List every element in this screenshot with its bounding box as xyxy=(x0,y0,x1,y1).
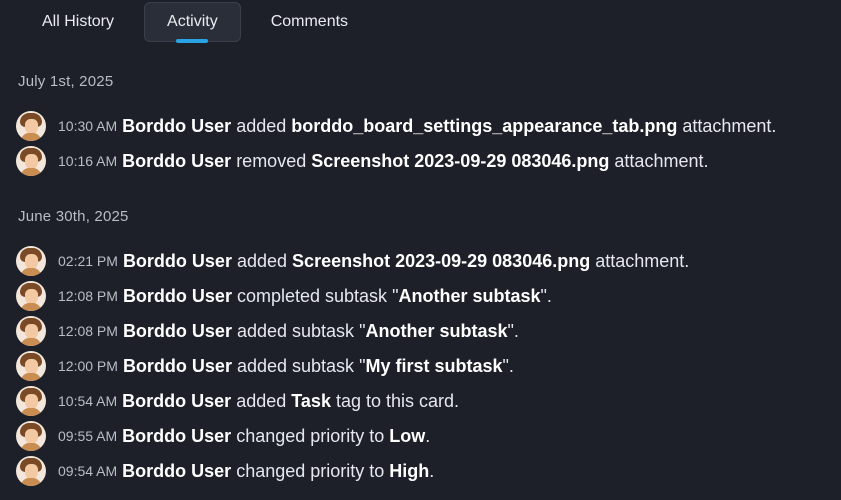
activity-entry: 09:54 AM Borddo User changed priority to… xyxy=(16,455,434,487)
entry-user: Borddo User xyxy=(122,115,232,136)
avatar xyxy=(16,146,46,176)
entry-text: Borddo User changed priority to High. xyxy=(122,460,435,481)
entry-suffix: attachment. xyxy=(614,150,709,171)
entry-time: 10:54 AM xyxy=(58,393,118,409)
entry-user: Borddo User xyxy=(122,355,232,376)
avatar xyxy=(16,351,46,381)
activity-entry: 12:00 PM Borddo User added subtask "My f… xyxy=(16,350,514,382)
entry-time: 10:30 AM xyxy=(58,118,118,134)
avatar xyxy=(16,386,46,416)
entry-text: Borddo User added Screenshot 2023-09-29 … xyxy=(123,251,689,272)
entry-text: Borddo User added borddo_board_settings_… xyxy=(122,116,776,137)
entry-object: High xyxy=(389,460,430,481)
avatar xyxy=(16,421,46,451)
entry-object: Low xyxy=(389,425,426,446)
group-date-heading: June 30th, 2025 xyxy=(18,208,129,225)
entry-time: 09:55 AM xyxy=(58,428,118,444)
group-date-heading: July 1st, 2025 xyxy=(18,73,114,90)
entry-text: Borddo User removed Screenshot 2023-09-2… xyxy=(122,151,708,172)
entry-object: Screenshot 2023-09-29 083046.png xyxy=(311,150,610,171)
entry-user: Borddo User xyxy=(122,150,232,171)
avatar xyxy=(16,316,46,346)
entry-user: Borddo User xyxy=(122,250,232,271)
entry-object: Another subtask xyxy=(398,285,541,306)
entry-time: 10:16 AM xyxy=(58,153,118,169)
history-tabs: All History Activity Comments xyxy=(20,2,370,43)
activity-entry: 02:21 PM Borddo User added Screenshot 20… xyxy=(16,245,689,277)
entry-user: Borddo User xyxy=(122,320,232,341)
entry-action: changed priority to xyxy=(236,460,385,481)
entry-time: 12:08 PM xyxy=(58,323,118,339)
entry-user: Borddo User xyxy=(122,390,232,411)
entry-text: Borddo User added subtask "Another subta… xyxy=(122,320,519,341)
active-tab-indicator xyxy=(176,39,209,43)
entry-object: borddo_board_settings_appearance_tab.png xyxy=(291,115,678,136)
activity-entry: 12:08 PM Borddo User added subtask "Anot… xyxy=(16,315,519,347)
entry-action: added subtask xyxy=(236,355,355,376)
entry-suffix: attachment. xyxy=(595,250,690,271)
tab-label: Comments xyxy=(270,13,349,30)
entry-time: 12:08 PM xyxy=(58,288,118,304)
activity-entry: 10:54 AM Borddo User added Task tag to t… xyxy=(16,385,459,417)
entry-suffix: attachment. xyxy=(682,115,777,136)
activity-entry: 10:16 AM Borddo User removed Screenshot … xyxy=(16,145,708,177)
tab-label: Activity xyxy=(167,13,218,30)
activity-entry: 12:08 PM Borddo User completed subtask "… xyxy=(16,280,552,312)
entry-text: Borddo User added subtask "My first subt… xyxy=(122,355,514,376)
entry-user: Borddo User xyxy=(122,285,232,306)
entry-action: added xyxy=(236,390,287,411)
entry-text: Borddo User changed priority to Low. xyxy=(122,425,431,446)
avatar xyxy=(16,246,46,276)
entry-action: added xyxy=(236,115,287,136)
entry-object: Another subtask xyxy=(365,320,508,341)
entry-object: Task xyxy=(291,390,331,411)
entry-action: changed priority to xyxy=(236,425,385,446)
entry-text: Borddo User completed subtask "Another s… xyxy=(122,285,552,306)
entry-text: Borddo User added Task tag to this card. xyxy=(122,391,459,412)
entry-action: removed xyxy=(236,150,307,171)
entry-action: added subtask xyxy=(236,320,355,341)
avatar xyxy=(16,281,46,311)
activity-entry: 09:55 AM Borddo User changed priority to… xyxy=(16,420,430,452)
avatar xyxy=(16,111,46,141)
entry-time: 12:00 PM xyxy=(58,358,118,374)
entry-object: My first subtask xyxy=(365,355,503,376)
entry-user: Borddo User xyxy=(122,425,232,446)
tab-comments[interactable]: Comments xyxy=(249,2,370,42)
entry-action: completed subtask xyxy=(236,285,388,306)
tab-all-history[interactable]: All History xyxy=(20,2,136,42)
activity-entry: 10:30 AM Borddo User added borddo_board_… xyxy=(16,110,776,142)
tab-label: All History xyxy=(42,13,115,30)
entry-action: added xyxy=(236,250,288,271)
entry-user: Borddo User xyxy=(122,460,232,481)
entry-object: Screenshot 2023-09-29 083046.png xyxy=(292,250,591,271)
entry-time: 09:54 AM xyxy=(58,463,118,479)
avatar xyxy=(16,456,46,486)
entry-suffix: tag to this card. xyxy=(335,390,460,411)
entry-time: 02:21 PM xyxy=(58,253,118,269)
tab-activity[interactable]: Activity xyxy=(144,2,241,43)
